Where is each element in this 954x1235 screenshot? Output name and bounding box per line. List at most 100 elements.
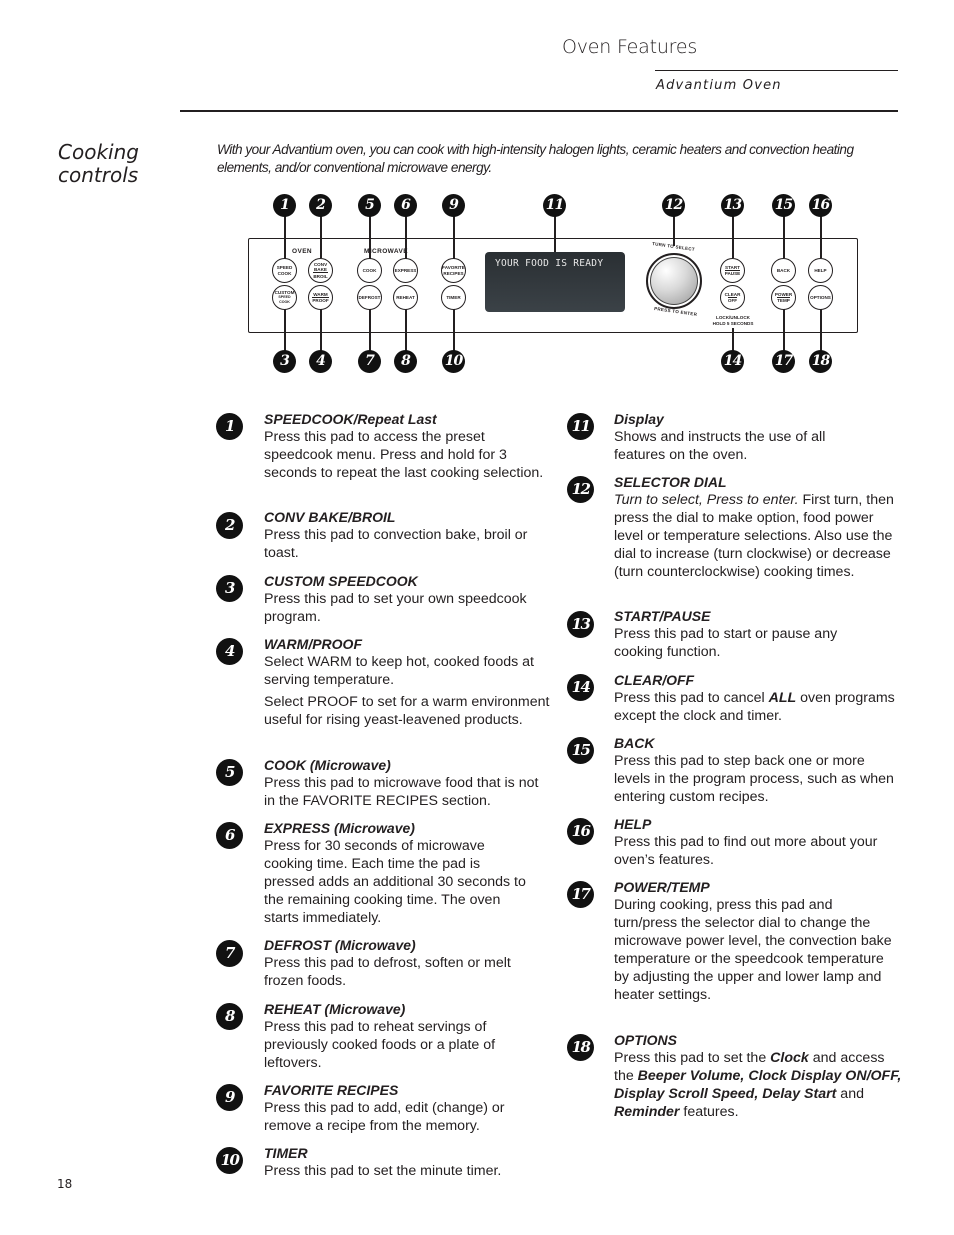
leader-line bbox=[369, 308, 371, 352]
clear-off-pad[interactable]: CLEAR OFF bbox=[720, 285, 745, 310]
feature-item-selector-dial: SELECTOR DIAL Turn to select, Press to e… bbox=[614, 473, 904, 581]
feature-description: Turn to select, Press to enter. First tu… bbox=[614, 491, 904, 581]
intro-paragraph: With your Advantium oven, you can cook w… bbox=[217, 142, 854, 175]
page-number: 18 bbox=[57, 1177, 73, 1191]
callout-13: 13 bbox=[721, 194, 744, 217]
section-heading-line2: controls bbox=[58, 163, 139, 187]
feature-description: Press this pad to reheat servings of pre… bbox=[264, 1019, 496, 1071]
lock-unlock-hint: LOCK/UNLOCK HOLD 5 SECONDS bbox=[708, 315, 758, 327]
section-heading: Cooking controls bbox=[58, 141, 139, 187]
feature-title: COOK (Microwave) bbox=[264, 757, 391, 773]
feature-description-pre: Press this pad to cancel bbox=[614, 690, 769, 706]
callout-6: 6 bbox=[394, 194, 417, 217]
desc-part: Press this pad to set the bbox=[614, 1050, 771, 1066]
back-pad[interactable]: BACK bbox=[771, 258, 796, 283]
feature-description-2: Select PROOF to set for a warm environme… bbox=[264, 694, 550, 728]
pad-label: HELP bbox=[814, 267, 827, 273]
item-number-badge: 4 bbox=[216, 638, 243, 665]
callout-14: 14 bbox=[721, 350, 744, 373]
pad-label: EXPRESS bbox=[394, 267, 417, 273]
cook-pad[interactable]: COOK bbox=[357, 258, 382, 283]
callout-12: 12 bbox=[662, 194, 685, 217]
feature-description: Press this pad to defrost, soften or mel… bbox=[264, 955, 511, 989]
callout-10: 10 bbox=[442, 350, 465, 373]
feature-item-timer: TIMER Press this pad to set the minute t… bbox=[264, 1144, 554, 1180]
leader-line bbox=[405, 308, 407, 352]
item-number-badge: 3 bbox=[216, 575, 243, 602]
pad-label: OPTIONS bbox=[810, 294, 831, 300]
feature-item-back: BACK Press this pad to step back one or … bbox=[614, 734, 904, 806]
desc-part: features. bbox=[679, 1104, 739, 1120]
feature-description: Press this pad to step back one or more … bbox=[614, 753, 894, 805]
callout-16: 16 bbox=[809, 194, 832, 217]
feature-description: Press this pad to cancel ALL oven progra… bbox=[614, 689, 899, 725]
feature-item-help: HELP Press this pad to find out more abo… bbox=[614, 815, 899, 869]
callout-9: 9 bbox=[442, 194, 465, 217]
feature-item-display: Display Shows and instructs the use of a… bbox=[614, 410, 874, 464]
pad-label: BROIL bbox=[313, 272, 328, 279]
callout-7: 7 bbox=[358, 350, 381, 373]
feature-title: SELECTOR DIAL bbox=[614, 474, 727, 490]
desc-part-bold: Reminder bbox=[614, 1104, 680, 1120]
selector-dial[interactable] bbox=[646, 253, 702, 309]
callout-1: 1 bbox=[273, 194, 296, 217]
group-label-microwave: MICROWAVE bbox=[364, 248, 408, 255]
custom-speedcook-pad[interactable]: CUSTOM SPEED COOK bbox=[272, 285, 297, 310]
leader-line bbox=[284, 308, 286, 352]
conv-bake-broil-pad[interactable]: CONV BAKE BROIL bbox=[308, 258, 333, 283]
feature-title: POWER/TEMP bbox=[614, 879, 710, 895]
feature-title: TIMER bbox=[264, 1145, 308, 1161]
feature-description: Shows and instructs the use of all featu… bbox=[614, 429, 826, 463]
leader-line bbox=[320, 216, 322, 258]
pad-label: COOK bbox=[362, 267, 377, 273]
display-message: YOUR FOOD IS READY bbox=[495, 258, 604, 269]
options-pad[interactable]: OPTIONS bbox=[808, 285, 833, 310]
page-section-title: Oven Features bbox=[562, 36, 698, 58]
page-subtitle: Advantium Oven bbox=[656, 78, 782, 93]
help-pad[interactable]: HELP bbox=[808, 258, 833, 283]
feature-title: FAVORITE RECIPES bbox=[264, 1082, 399, 1098]
power-temp-pad[interactable]: POWER TEMP bbox=[771, 285, 796, 310]
feature-title: Display bbox=[614, 411, 664, 427]
feature-title: EXPRESS (Microwave) bbox=[264, 820, 415, 836]
header-divider bbox=[180, 110, 898, 112]
leader-line bbox=[732, 216, 734, 258]
feature-title: WARM/PROOF bbox=[264, 636, 362, 652]
reheat-pad[interactable]: REHEAT bbox=[393, 285, 418, 310]
section-heading-line1: Cooking bbox=[58, 140, 139, 164]
timer-pad[interactable]: TIMER bbox=[441, 285, 466, 310]
control-panel-diagram: 1 2 5 6 9 11 12 13 15 16 3 4 7 8 10 14 1… bbox=[240, 190, 865, 380]
feature-title: OPTIONS bbox=[614, 1032, 678, 1048]
feature-description: Select WARM to keep hot, cooked foods at… bbox=[264, 654, 534, 688]
feature-item-defrost: DEFROST (Microwave) Press this pad to de… bbox=[264, 936, 529, 990]
leader-line bbox=[673, 216, 675, 246]
callout-18: 18 bbox=[809, 350, 832, 373]
feature-description: Press this pad to set the Clock and acce… bbox=[614, 1049, 904, 1121]
feature-description-italic: Turn to select, Press to enter. bbox=[614, 492, 799, 508]
feature-item-custom-speedcook: CUSTOM SPEEDCOOK Press this pad to set y… bbox=[264, 572, 554, 626]
defrost-pad[interactable]: DEFROST bbox=[357, 285, 382, 310]
callout-8: 8 bbox=[394, 350, 417, 373]
pad-label: PROOF bbox=[312, 296, 329, 304]
leader-line bbox=[320, 308, 322, 352]
pad-label: REHEAT bbox=[396, 294, 415, 300]
feature-item-reheat: REHEAT (Microwave) Press this pad to reh… bbox=[264, 1000, 529, 1072]
pad-label: TIMER bbox=[446, 294, 461, 300]
feature-description: Press this pad to set your own speedcook… bbox=[264, 591, 527, 625]
feature-description: Press this pad to set the minute timer. bbox=[264, 1163, 502, 1179]
start-pause-pad[interactable]: START PAUSE bbox=[720, 258, 745, 283]
pad-label: BACK bbox=[776, 267, 791, 273]
express-pad[interactable]: EXPRESS bbox=[393, 258, 418, 283]
item-number-badge: 18 bbox=[567, 1034, 594, 1061]
item-number-badge: 9 bbox=[216, 1084, 243, 1111]
oven-display: YOUR FOOD IS READY bbox=[485, 252, 625, 312]
warm-proof-pad[interactable]: WARM PROOF bbox=[308, 285, 333, 310]
item-number-badge: 6 bbox=[216, 822, 243, 849]
pad-label: COOK bbox=[279, 300, 290, 305]
feature-item-favorite-recipes: FAVORITE RECIPES Press this pad to add, … bbox=[264, 1081, 544, 1135]
feature-description: Press for 30 seconds of microwave cookin… bbox=[264, 838, 526, 926]
favorite-recipes-pad[interactable]: FAVORITE RECIPES bbox=[441, 258, 466, 283]
pad-label: OFF bbox=[727, 296, 738, 304]
speedcook-pad[interactable]: SPEED COOK bbox=[272, 258, 297, 283]
feature-title: START/PAUSE bbox=[614, 608, 711, 624]
